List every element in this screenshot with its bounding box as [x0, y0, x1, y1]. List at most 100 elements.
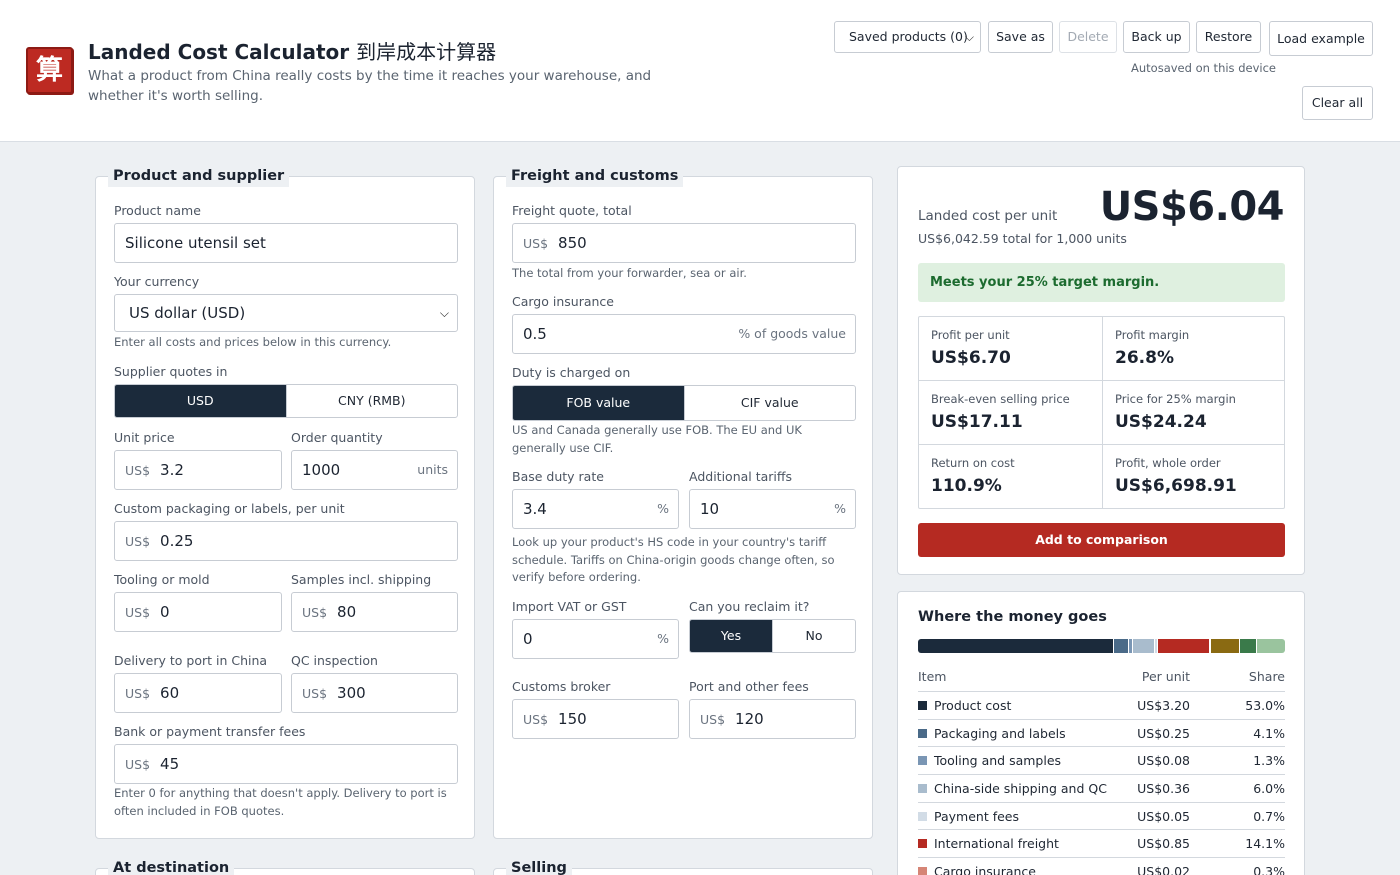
at-destination-legend: At destination: [108, 857, 235, 875]
save-as-button[interactable]: Save as: [988, 21, 1053, 53]
cargo-insurance-input[interactable]: 0.5 % of goods value: [512, 314, 856, 354]
supplier-quotes-toggle: USD CNY (RMB): [114, 384, 458, 418]
additional-tariffs-input[interactable]: 10 %: [689, 489, 856, 529]
app-subtitle: What a product from China really costs b…: [88, 68, 652, 104]
row-share: 4.1%: [1253, 725, 1285, 741]
order-quantity-input[interactable]: 1000 units: [291, 450, 458, 490]
currency-prefix: US$: [125, 605, 151, 620]
currency-help: Enter all costs and prices below in this…: [114, 335, 392, 349]
currency-prefix: US$: [125, 463, 151, 478]
delivery-label: Delivery to port in China: [114, 653, 268, 668]
table-row: Packaging and labels US$0.25 4.1%: [918, 720, 1285, 748]
stat-return-on-cost: Return on cost 110.9%: [931, 456, 1015, 496]
product-name-label: Product name: [114, 203, 201, 218]
margin-status-banner: Meets your 25% target margin.: [918, 263, 1285, 302]
back-up-button[interactable]: Back up: [1123, 21, 1190, 53]
stat-profit-per-unit: Profit per unit US$6.70: [931, 328, 1011, 368]
row-per-unit: US$0.85: [1137, 836, 1190, 852]
row-per-unit: US$3.20: [1137, 698, 1190, 713]
quotes-cny-option[interactable]: CNY (RMB): [285, 385, 458, 417]
cost-bar-segment: [1255, 639, 1285, 653]
row-per-unit: US$0.25: [1137, 725, 1190, 741]
duty-cif-option[interactable]: CIF value: [683, 386, 856, 420]
product-supplier-panel: Product and supplier Product name Silico…: [95, 165, 475, 839]
freight-quote-input[interactable]: US$ 850: [512, 223, 856, 263]
base-duty-label: Base duty rate: [512, 469, 604, 484]
customs-broker-input[interactable]: US$ 150: [512, 699, 679, 739]
row-per-unit: US$0.02: [1137, 864, 1190, 875]
bank-fees-input[interactable]: US$ 45: [114, 744, 458, 784]
cost-bar-segment: [918, 639, 1113, 653]
currency-prefix: US$: [523, 236, 549, 251]
packaging-input[interactable]: US$ 0.25: [114, 521, 458, 561]
samples-input[interactable]: US$ 80: [291, 592, 458, 632]
landed-cost-per-unit: US$6.04: [1099, 184, 1285, 230]
row-share: 14.1%: [1245, 836, 1285, 852]
landed-cost-label: Landed cost per unit: [918, 208, 1058, 224]
delete-button[interactable]: Delete: [1059, 21, 1117, 53]
product-name-input[interactable]: Silicone utensil set: [114, 223, 458, 263]
qc-input[interactable]: US$ 300: [291, 673, 458, 713]
duty-help: US and Canada generally use FOB. The EU …: [512, 423, 802, 455]
table-row: International freight US$0.85 14.1%: [918, 830, 1285, 859]
restore-button[interactable]: Restore: [1196, 21, 1261, 53]
cost-bar-segment: [1132, 639, 1155, 653]
row-per-unit: US$0.08: [1137, 753, 1190, 769]
app-title: Landed Cost Calculator 到岸成本计算器: [88, 40, 497, 64]
product-help: Enter 0 for anything that doesn't apply.…: [114, 786, 447, 818]
currency-prefix: US$: [125, 686, 151, 701]
clear-all-button[interactable]: Clear all: [1302, 86, 1373, 120]
duty-fob-option[interactable]: FOB value: [513, 386, 684, 420]
breakdown-title: Where the money goes: [918, 609, 1107, 625]
bank-fees-label: Bank or payment transfer fees: [114, 724, 306, 739]
col-share-header: Share: [1248, 669, 1285, 684]
table-row: Tooling and samples US$0.08 1.3%: [918, 747, 1285, 776]
duty-charged-label: Duty is charged on: [512, 365, 631, 380]
chevron-down-icon: ⌵: [439, 306, 449, 320]
legend-swatch: [918, 756, 927, 766]
row-item: Product cost: [918, 692, 1011, 719]
currency-select[interactable]: US dollar (USD) ⌵: [114, 294, 458, 332]
percent-suffix: %: [657, 631, 669, 646]
freight-customs-legend: Freight and customs: [506, 165, 684, 187]
table-row: China-side shipping and QC US$0.36 6.0%: [918, 775, 1285, 803]
saved-products-select[interactable]: Saved products (0) ⌵: [834, 21, 981, 53]
reclaim-vat-toggle: Yes No: [689, 619, 856, 653]
reclaim-yes-option[interactable]: Yes: [690, 620, 772, 652]
cargo-insurance-label: Cargo insurance: [512, 294, 614, 309]
tariff-help: Look up your product's HS code in your c…: [512, 535, 835, 584]
currency-prefix: US$: [125, 757, 151, 772]
currency-prefix: US$: [125, 534, 151, 549]
quotes-usd-option[interactable]: USD: [115, 385, 286, 417]
add-to-comparison-button[interactable]: Add to comparison: [918, 523, 1285, 557]
selling-panel: Selling: [493, 857, 873, 875]
units-suffix: units: [417, 462, 448, 477]
selling-legend: Selling: [506, 857, 572, 875]
delivery-input[interactable]: US$ 60: [114, 673, 282, 713]
table-row: Payment fees US$0.05 0.7%: [918, 803, 1285, 831]
unit-price-input[interactable]: US$ 3.2: [114, 450, 282, 490]
tooling-input[interactable]: US$ 0: [114, 592, 282, 632]
row-share: 6.0%: [1253, 781, 1285, 797]
table-header-row: Item Per unit Share: [918, 670, 1285, 692]
unit-price-label: Unit price: [114, 430, 175, 445]
currency-prefix: US$: [302, 686, 328, 701]
stat-price-for-target-margin: Price for 25% margin US$24.24: [1115, 392, 1236, 432]
packaging-label: Custom packaging or labels, per unit: [114, 501, 345, 516]
qc-label: QC inspection: [291, 653, 378, 668]
port-fees-input[interactable]: US$ 120: [689, 699, 856, 739]
cost-share-bar: [918, 639, 1285, 653]
samples-label: Samples incl. shipping: [291, 572, 432, 587]
stat-profit-whole-order: Profit, whole order US$6,698.91: [1115, 456, 1237, 496]
landed-cost-total: US$6,042.59 total for 1,000 units: [918, 231, 1127, 246]
load-example-button[interactable]: Load example: [1269, 21, 1373, 56]
breakdown-card: Where the money goes Item Per unit Share…: [897, 591, 1305, 875]
import-vat-input[interactable]: 0 %: [512, 619, 679, 659]
cost-bar-segment: [1209, 639, 1240, 653]
row-item: China-side shipping and QC: [918, 775, 1107, 802]
reclaim-no-option[interactable]: No: [772, 620, 855, 652]
table-row: Cargo insurance US$0.02 0.3%: [918, 858, 1285, 875]
customs-broker-label: Customs broker: [512, 679, 611, 694]
legend-swatch: [918, 811, 927, 821]
base-duty-input[interactable]: 3.4 %: [512, 489, 679, 529]
